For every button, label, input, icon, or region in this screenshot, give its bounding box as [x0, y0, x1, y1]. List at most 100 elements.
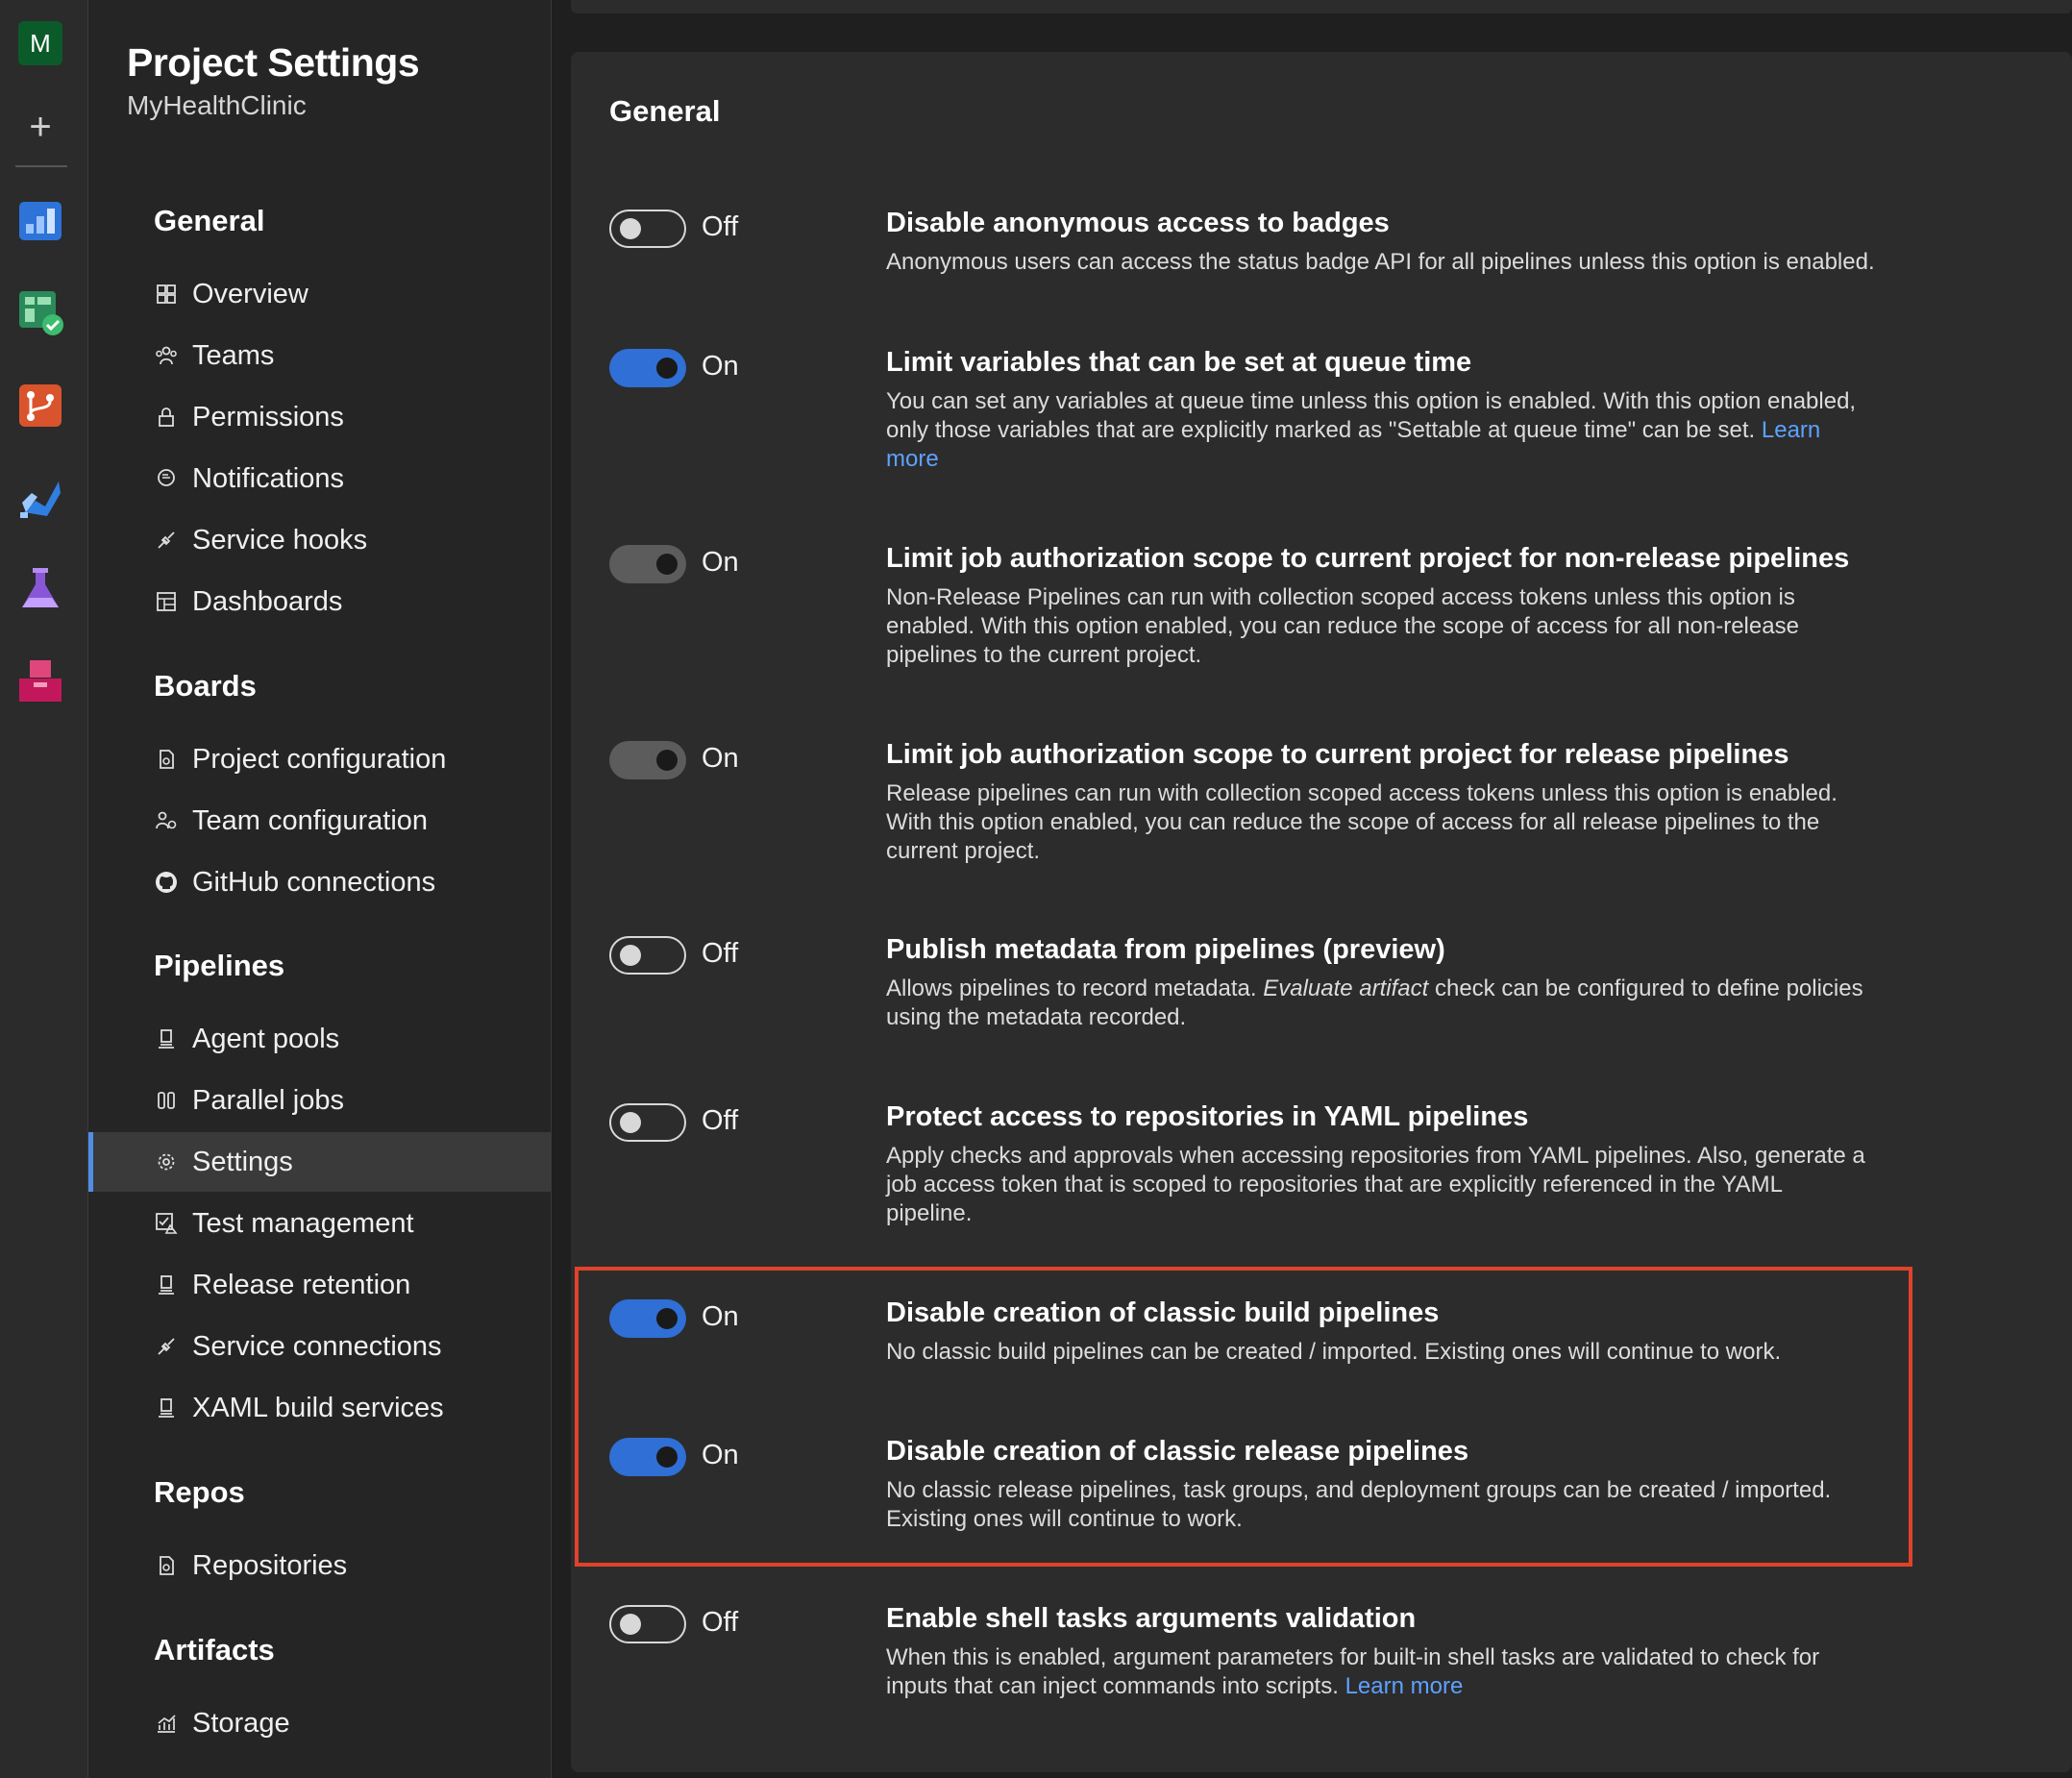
- nav-item-label: Permissions: [192, 401, 344, 432]
- toggle-knob: [656, 554, 678, 575]
- new-project-button[interactable]: +: [21, 108, 60, 146]
- description-line: pipelines to the current project.: [886, 642, 1202, 668]
- setting-title: Limit variables that can be set at queue…: [886, 347, 1472, 378]
- setting-description: Apply checks and approvals when accessin…: [886, 1142, 1943, 1228]
- section-artifacts: Artifacts: [154, 1633, 275, 1667]
- nav-item-team-configuration[interactable]: Team configuration: [88, 791, 551, 851]
- nav-item-label: Parallel jobs: [192, 1084, 344, 1116]
- description-line: Release pipelines can run with collectio…: [886, 780, 1838, 806]
- description-text: check can be configured to define polici…: [1434, 975, 1863, 1001]
- nav-item-dashboards[interactable]: Dashboards: [88, 572, 551, 631]
- nav-item-label: Service connections: [192, 1330, 442, 1362]
- nav-item-storage[interactable]: Storage: [88, 1693, 551, 1753]
- setting-title: Limit job authorization scope to current…: [886, 543, 1850, 574]
- section-pipelines: Pipelines: [154, 949, 285, 982]
- rail-divider: [15, 165, 67, 167]
- team-settings-icon: [154, 808, 179, 833]
- setting-description: When this is enabled, argument parameter…: [886, 1643, 1943, 1701]
- nav-item-label: XAML build services: [192, 1392, 444, 1423]
- lock-icon: [154, 405, 179, 430]
- nav-item-service-hooks[interactable]: Service hooks: [88, 510, 551, 570]
- nav-item-label: Service hooks: [192, 524, 368, 556]
- release-icon: [154, 1272, 179, 1297]
- toggle-switch[interactable]: [609, 210, 686, 248]
- nav-item-permissions[interactable]: Permissions: [88, 387, 551, 447]
- nav-item-label: Overview: [192, 278, 308, 309]
- artifacts-icon[interactable]: [16, 657, 64, 705]
- toggle-switch[interactable]: [609, 741, 686, 779]
- setting-title: Disable anonymous access to badges: [886, 208, 1390, 238]
- description-line: You can set any variables at queue time …: [886, 388, 1857, 414]
- nav-item-release-retention[interactable]: Release retention: [88, 1255, 551, 1315]
- previous-card-edge: [571, 0, 2072, 13]
- nav-item-label: Dashboards: [192, 585, 343, 617]
- nav-item-settings[interactable]: Settings: [88, 1132, 551, 1192]
- nav-item-parallel-jobs[interactable]: Parallel jobs: [88, 1071, 551, 1130]
- toggle-knob: [620, 1112, 641, 1133]
- toggle-switch[interactable]: [609, 545, 686, 583]
- toggle-switch[interactable]: [609, 936, 686, 975]
- nav-item-label: Project configuration: [192, 743, 447, 775]
- description-line: Non-Release Pipelines can run with colle…: [886, 584, 1795, 610]
- nav-item-repositories[interactable]: Repositories: [88, 1536, 551, 1595]
- test-plans-icon[interactable]: [16, 565, 64, 613]
- section-repos: Repos: [154, 1475, 245, 1509]
- description-text: Allows pipelines to record metadata.: [886, 975, 1257, 1001]
- learn-more-link[interactable]: Learn more: [1345, 1673, 1464, 1699]
- nav-item-label: Repositories: [192, 1549, 348, 1581]
- nav-item-project-configuration[interactable]: Project configuration: [88, 729, 551, 789]
- setting-title: Enable shell tasks arguments validation: [886, 1603, 1417, 1634]
- overview-icon: [154, 282, 179, 307]
- nav-item-xaml-build-services[interactable]: XAML build services: [88, 1378, 551, 1438]
- nav-item-teams[interactable]: Teams: [88, 326, 551, 385]
- nav-item-label: Notifications: [192, 462, 344, 494]
- nav-item-test-management[interactable]: Test management: [88, 1194, 551, 1253]
- setting-description: You can set any variables at queue time …: [886, 387, 1943, 474]
- github-icon: [154, 870, 179, 895]
- learn-more-link[interactable]: Learn: [1762, 417, 1820, 443]
- learn-more-link[interactable]: more: [886, 445, 1943, 474]
- nav-item-notifications[interactable]: Notifications: [88, 449, 551, 508]
- toggle-knob: [620, 218, 641, 239]
- setting-title: Publish metadata from pipelines (preview…: [886, 934, 1445, 965]
- toggle-knob: [656, 750, 678, 771]
- description-emphasis: Evaluate artifact: [1263, 975, 1429, 1001]
- section-boards: Boards: [154, 669, 257, 703]
- nav-item-label: Storage: [192, 1707, 290, 1739]
- dashboard-icon: [154, 589, 179, 614]
- setting-title: Protect access to repositories in YAML p…: [886, 1101, 1529, 1132]
- repos-icon[interactable]: [16, 382, 64, 430]
- description-line: enabled. With this option enabled, you c…: [886, 613, 1799, 639]
- toggle-switch[interactable]: [609, 1605, 686, 1643]
- project-name: MyHealthClinic: [127, 90, 307, 120]
- setting-description: Anonymous users can access the status ba…: [886, 249, 1875, 275]
- description-line: With this option enabled, you can reduce…: [886, 809, 1820, 835]
- nav-item-label: GitHub connections: [192, 866, 436, 898]
- nav-item-label: Teams: [192, 339, 275, 371]
- toggle-switch[interactable]: [609, 1103, 686, 1142]
- toggle-knob: [620, 945, 641, 966]
- toggle-knob: [620, 1614, 641, 1635]
- section-heading: General: [609, 94, 721, 128]
- organization-avatar[interactable]: M: [18, 21, 62, 65]
- nav-item-overview[interactable]: Overview: [88, 264, 551, 324]
- settings-document-icon: [154, 747, 179, 772]
- description-line: inputs that can inject commands into scr…: [886, 1673, 1339, 1699]
- nav-item-agent-pools[interactable]: Agent pools: [88, 1009, 551, 1069]
- description-line: pipeline.: [886, 1200, 973, 1226]
- toggle-state-label: On: [702, 351, 739, 382]
- setting-description: Release pipelines can run with collectio…: [886, 779, 1943, 866]
- overview-icon[interactable]: [16, 197, 64, 245]
- nav-item-github-connections[interactable]: GitHub connections: [88, 852, 551, 912]
- nav-item-service-connections[interactable]: Service connections: [88, 1317, 551, 1376]
- nav-item-label: Team configuration: [192, 804, 429, 836]
- description-line: When this is enabled, argument parameter…: [886, 1644, 1820, 1670]
- nav-item-label: Settings: [192, 1146, 293, 1177]
- pipelines-icon[interactable]: [16, 474, 64, 522]
- parallel-icon: [154, 1088, 179, 1113]
- toggle-state-label: Off: [702, 938, 739, 969]
- boards-icon[interactable]: [16, 288, 64, 336]
- highlight-box: [575, 1267, 1912, 1567]
- setting-title: Limit job authorization scope to current…: [886, 739, 1789, 770]
- toggle-switch[interactable]: [609, 349, 686, 387]
